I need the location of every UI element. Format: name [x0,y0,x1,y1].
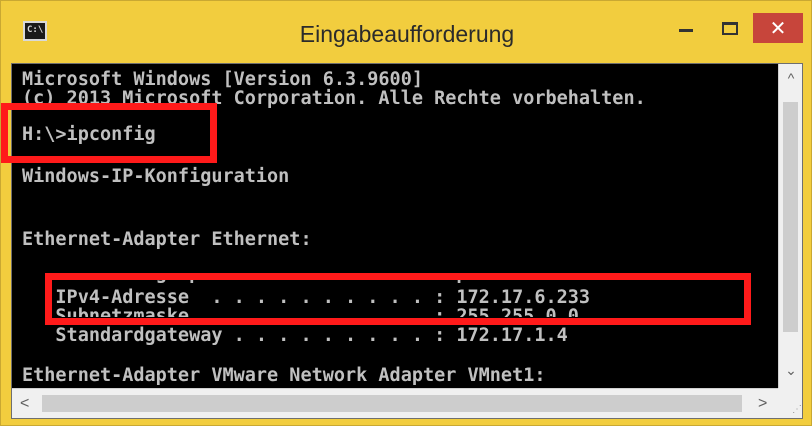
highlight-box-command [1,103,217,163]
console-line: Microsoft Windows [Version 6.3.9600] [22,69,423,90]
minimize-icon [679,28,693,32]
vertical-scroll-thumb[interactable] [783,102,798,332]
console-line: Standardgateway . . . . . . . . . : 172.… [22,325,568,346]
horizontal-scroll-thumb[interactable] [42,395,742,412]
title-bar[interactable]: C:\. Eingabeaufforderung ✕ [1,1,811,63]
console-line: Ethernet-Adapter Ethernet: [22,229,312,250]
close-icon: ✕ [769,16,787,40]
maximize-icon [722,21,738,35]
close-button[interactable]: ✕ [753,13,803,43]
resize-grip-icon[interactable]: ⋰ [778,388,802,418]
chevron-right-icon[interactable]: > [758,395,767,413]
cmd-window: C:\. Eingabeaufforderung ✕ Microsoft Win… [0,0,812,426]
highlight-box-ipv4 [45,273,751,325]
minimize-button[interactable] [665,13,707,43]
maximize-button[interactable] [709,13,751,43]
vertical-scrollbar[interactable]: ^ ⌄ [778,64,802,388]
console-line: Windows-IP-Konfiguration [22,166,290,187]
chevron-left-icon[interactable]: < [20,395,29,413]
horizontal-scrollbar[interactable]: < > [12,388,778,418]
chevron-up-icon[interactable]: ^ [779,70,803,86]
chevron-down-icon[interactable]: ⌄ [779,362,803,379]
console-line: Ethernet-Adapter VMware Network Adapter … [22,365,546,386]
